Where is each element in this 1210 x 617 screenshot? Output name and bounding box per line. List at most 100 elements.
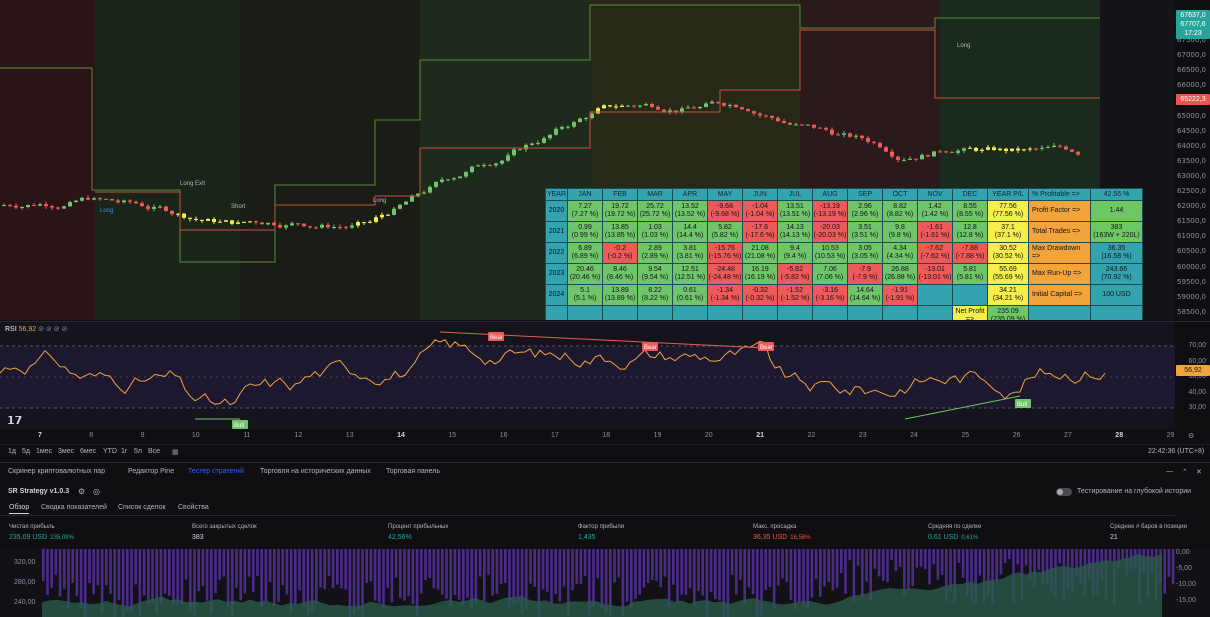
calendar-icon[interactable]: ▦ bbox=[172, 448, 179, 456]
time-axis[interactable]: 7 8 9 10 11 12 13 14 15 16 17 18 19 20 21 22 23 24 25 26 27 2… bbox=[0, 429, 1210, 443]
month-pl-pct: (-17.6 %) bbox=[745, 232, 775, 239]
panel-tab[interactable]: Тестер стратегий bbox=[188, 468, 244, 475]
maximize-icon[interactable]: ⌃ bbox=[1182, 468, 1188, 476]
stop-price-badge: 65222,3 bbox=[1176, 94, 1210, 105]
drawdown-bar bbox=[172, 549, 175, 606]
year-total: 55.69 bbox=[999, 266, 1017, 273]
month-pl-pct: (-3.16 %) bbox=[815, 295, 845, 302]
metric-value: 383 bbox=[192, 534, 257, 541]
strategy-name[interactable]: SR Strategy v1.0.3 bbox=[8, 488, 69, 495]
range-button[interactable]: 1г bbox=[121, 448, 127, 455]
equity-chart[interactable]: 320,00 280,00 240,00 0,00 -5,00 -10,00 -15,00 bbox=[0, 549, 1210, 617]
metric-value: 42,56% bbox=[388, 534, 448, 541]
drawdown-bar bbox=[709, 549, 713, 593]
candle bbox=[896, 156, 900, 160]
candle bbox=[554, 128, 558, 135]
strategy-tab[interactable]: Свойства bbox=[178, 504, 209, 511]
range-button[interactable]: 5д bbox=[22, 448, 30, 455]
month-pl-pct: (5.1 %) bbox=[573, 295, 597, 302]
metric-sub: 235,09% bbox=[50, 535, 74, 541]
signal-zone bbox=[95, 0, 240, 320]
candle bbox=[806, 124, 810, 126]
panel-tab[interactable]: Торговая панель bbox=[386, 468, 440, 475]
empty-cell bbox=[707, 305, 743, 320]
candle bbox=[704, 103, 708, 107]
rsi-settings-icons[interactable]: ⊘ ⊘ ⊘ ⊘ bbox=[38, 326, 67, 333]
close-icon[interactable]: ✕ bbox=[1196, 468, 1202, 476]
month-pl-pct: (13.89 %) bbox=[604, 295, 636, 302]
rsi-legend[interactable]: RSI 56,92 ⊘ ⊘ ⊘ ⊘ bbox=[5, 325, 67, 333]
drawdown-bar bbox=[50, 549, 53, 588]
minimize-icon[interactable]: — bbox=[1166, 468, 1173, 475]
range-button[interactable]: 1мес bbox=[36, 448, 52, 455]
range-button[interactable]: 5л bbox=[134, 448, 142, 455]
candle bbox=[134, 201, 138, 204]
stat-sub: (16.58 %) bbox=[1101, 253, 1132, 260]
candle bbox=[764, 115, 768, 117]
month-cell: 21.08 (21.08 %) bbox=[742, 242, 778, 264]
drawdown-bar bbox=[840, 549, 843, 574]
candle bbox=[350, 225, 354, 228]
settings-icon[interactable]: ⚙ bbox=[1188, 432, 1194, 440]
table-header-cell: JAN bbox=[567, 188, 603, 201]
range-button[interactable]: Все bbox=[148, 448, 160, 455]
month-pl: -17.6 bbox=[752, 224, 768, 231]
month-pl: 3.81 bbox=[683, 245, 697, 252]
month-pl: 5.1 bbox=[580, 287, 590, 294]
strategy-tab[interactable]: Обзор bbox=[9, 504, 30, 514]
snapshot-icon[interactable]: ◎ bbox=[93, 487, 100, 496]
candle bbox=[164, 206, 168, 211]
month-pl-pct: (-1.04 %) bbox=[745, 211, 775, 218]
time-tick: 15 bbox=[448, 432, 457, 439]
drawdown-bar bbox=[294, 549, 297, 605]
main-price-chart[interactable]: Long Long Exit Short Long Long 67500,0 67000,… bbox=[0, 0, 1210, 320]
drawdown-bar bbox=[852, 549, 856, 602]
candle bbox=[464, 172, 468, 177]
panel-tab[interactable]: Редактор Pine bbox=[128, 468, 174, 475]
month-pl-pct: (9.8 %) bbox=[888, 232, 912, 239]
deep-backtest-toggle[interactable] bbox=[1056, 488, 1072, 496]
range-button[interactable]: 1д bbox=[8, 448, 16, 455]
stat-label: Profit Factor => bbox=[1028, 200, 1091, 222]
table-header-cell: JUN bbox=[742, 188, 778, 201]
drawdown-bar bbox=[768, 549, 772, 588]
clock[interactable]: 22:42:36 (UTC+8) bbox=[1148, 448, 1204, 455]
drawdown-bar bbox=[810, 549, 814, 598]
drawdown-bar bbox=[117, 549, 121, 601]
candle bbox=[746, 109, 750, 112]
drawdown-tick: -15,00 bbox=[1176, 597, 1196, 604]
month-pl-pct: (8.22 %) bbox=[641, 295, 669, 302]
year-total: 37.1 bbox=[1001, 224, 1015, 231]
price-tick: 62500,0 bbox=[1177, 187, 1206, 195]
settings-icon[interactable]: ⚙ bbox=[78, 487, 85, 496]
drawdown-bar bbox=[806, 549, 809, 610]
panel-tab[interactable]: Торговля на исторических данных bbox=[260, 468, 371, 475]
table-row: 2023 20.46 (20.46 %) 8.46 (8.46 %) 9.54 (9.54 … bbox=[545, 263, 1143, 285]
rsi-pane[interactable]: Bear Bear Bear Bull Bull RSI 56,92 ⊘ ⊘ ⊘ ⊘ 7… bbox=[0, 321, 1210, 430]
month-pl: 6.89 bbox=[578, 245, 592, 252]
time-tick: 21 bbox=[756, 432, 764, 439]
strategy-tab[interactable]: Сводка показателей bbox=[41, 504, 107, 511]
month-cell: 14.13 (14.13 %) bbox=[777, 221, 813, 243]
rsi-chart[interactable]: BearBear BearBullBull bbox=[0, 322, 1175, 430]
month-pl: -1.91 bbox=[892, 287, 908, 294]
strategy-tab[interactable]: Список сделок bbox=[118, 504, 166, 511]
month-cell: 20.46 (20.46 %) bbox=[567, 263, 603, 285]
time-tick: 13 bbox=[345, 432, 354, 439]
rsi-axis[interactable]: 70,00 60,00 50,00 40,00 30,00 bbox=[1175, 322, 1210, 430]
drawdown-bar bbox=[739, 549, 742, 580]
price-axis[interactable]: 67500,067000,066500,066000,065500,065000… bbox=[1175, 0, 1210, 320]
candle bbox=[356, 222, 360, 226]
panel-tab[interactable]: Скринер криптовалютных пар bbox=[8, 468, 105, 475]
time-tick: 9 bbox=[140, 432, 145, 439]
month-pl-pct: (8.55 %) bbox=[956, 211, 984, 218]
candle bbox=[854, 135, 858, 137]
range-button[interactable]: 3мес bbox=[58, 448, 74, 455]
candle bbox=[626, 105, 630, 107]
drawdown-bar bbox=[798, 549, 801, 603]
month-pl-pct: (6.89 %) bbox=[571, 253, 599, 260]
month-cell: 7.27 (7.27 %) bbox=[567, 200, 603, 222]
range-button[interactable]: YTD bbox=[103, 448, 117, 455]
time-tick: 20 bbox=[704, 432, 713, 439]
range-button[interactable]: 6мес bbox=[80, 448, 96, 455]
